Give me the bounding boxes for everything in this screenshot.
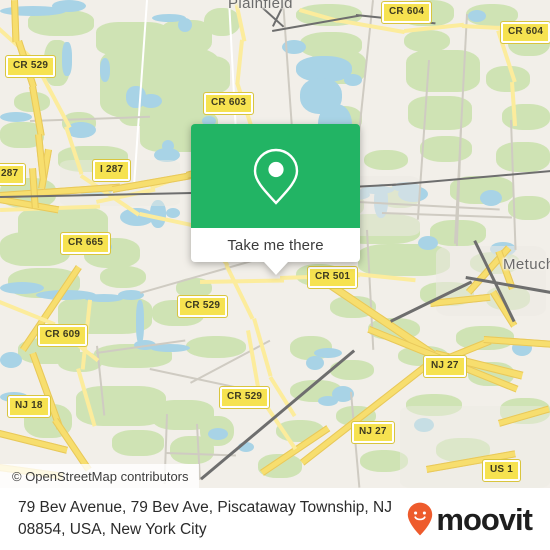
popup-image-area: [191, 124, 360, 228]
osm-attribution[interactable]: © OpenStreetMap contributors: [0, 464, 199, 488]
osm-attribution-text: © OpenStreetMap contributors: [12, 468, 189, 484]
road-shield: CR 603: [202, 92, 255, 115]
address-text: 79 Bev Avenue, 79 Bev Ave, Piscataway To…: [18, 498, 392, 538]
road-shield: NJ 27: [351, 421, 395, 444]
road-shield: NJ 27: [423, 355, 467, 378]
road-shield: US 1: [481, 459, 522, 482]
footer-bar: 79 Bev Avenue, 79 Bev Ave, Piscataway To…: [0, 488, 550, 550]
road-shield: CR 529: [176, 295, 229, 318]
road-shield: CR 665: [59, 232, 112, 255]
road-shield: CR 501: [306, 266, 359, 289]
moovit-pin-icon: [408, 502, 433, 536]
road-shield: I 287: [91, 159, 132, 182]
destination-popup[interactable]: Take me there: [191, 124, 360, 275]
road-shield: CR 529: [4, 55, 57, 78]
moovit-logo[interactable]: moovit: [407, 501, 533, 537]
moovit-wordmark: moovit: [436, 501, 533, 537]
popup-pointer-tail: [263, 262, 288, 275]
road-shield: NJ 18: [7, 395, 51, 418]
road-shield: CR 609: [36, 324, 89, 347]
moovit-map-screenshot: Plainfield Metuchen CR 604CR 604CR 529CR…: [0, 0, 550, 550]
popup-action-bar[interactable]: Take me there: [191, 228, 360, 262]
road-shield: CR 604: [380, 1, 433, 24]
map-pin-icon: [253, 148, 298, 205]
map-canvas[interactable]: Plainfield Metuchen CR 604CR 604CR 529CR…: [0, 0, 550, 488]
take-me-there-label: Take me there: [227, 236, 324, 254]
road-shield: CR 529: [218, 386, 271, 409]
road-shield: 287: [0, 163, 27, 186]
road-shield: CR 604: [499, 21, 550, 44]
